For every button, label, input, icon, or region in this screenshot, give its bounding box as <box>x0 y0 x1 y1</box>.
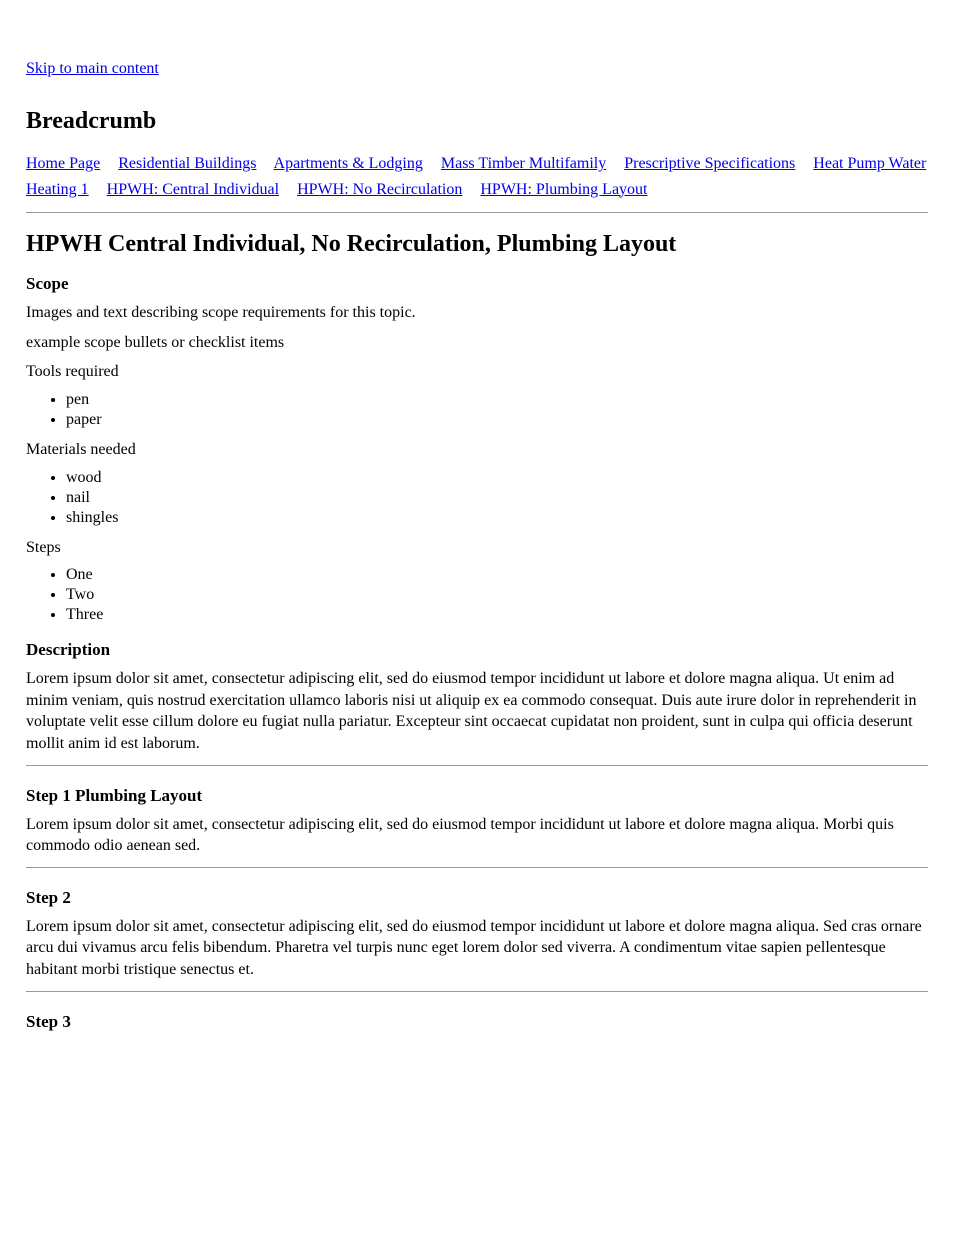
breadcrumb-item-plumbing[interactable]: HPWH: Plumbing Layout <box>480 181 647 198</box>
list-item: paper <box>66 411 928 429</box>
divider <box>26 212 928 213</box>
scope-label: Scope <box>26 274 928 294</box>
breadcrumb-item-apartments[interactable]: Apartments & Lodging <box>274 155 423 172</box>
divider <box>26 867 928 868</box>
list-item: pen <box>66 391 928 409</box>
list-item: Three <box>66 606 928 624</box>
list-item: One <box>66 566 928 584</box>
description-text: Lorem ipsum dolor sit amet, consectetur … <box>26 668 928 754</box>
description-label: Description <box>26 640 928 660</box>
breadcrumb-item-mass-timber[interactable]: Mass Timber Multifamily <box>441 155 606 172</box>
step-2-body: Lorem ipsum dolor sit amet, consectetur … <box>26 916 928 981</box>
list-heading-steps: Steps <box>26 537 928 559</box>
breadcrumb-heading: Breadcrumb <box>26 108 928 135</box>
scope-text: Images and text describing scope require… <box>26 302 928 324</box>
page-title: HPWH Central Individual, No Recirculatio… <box>26 231 928 258</box>
list-item: nail <box>66 489 928 507</box>
list-tools: pen paper <box>26 391 928 429</box>
step-1-heading: Step 1 Plumbing Layout <box>26 786 928 806</box>
step-2-heading: Step 2 <box>26 888 928 908</box>
skip-to-main-link[interactable]: Skip to main content <box>26 60 159 78</box>
step-3-heading: Step 3 <box>26 1012 928 1032</box>
breadcrumb-item-residential[interactable]: Residential Buildings <box>118 155 256 172</box>
checklist-heading: example scope bullets or checklist items <box>26 332 928 354</box>
list-item: wood <box>66 469 928 487</box>
divider <box>26 765 928 766</box>
list-item: Two <box>66 586 928 604</box>
breadcrumb-item-no-recirc[interactable]: HPWH: No Recirculation <box>297 181 462 198</box>
breadcrumb-item-home[interactable]: Home Page <box>26 155 100 172</box>
breadcrumb: Home Page Residential Buildings Apartmen… <box>26 151 928 202</box>
breadcrumb-item-prescriptive[interactable]: Prescriptive Specifications <box>624 155 795 172</box>
divider <box>26 991 928 992</box>
list-materials: wood nail shingles <box>26 469 928 527</box>
step-1-body: Lorem ipsum dolor sit amet, consectetur … <box>26 814 928 857</box>
breadcrumb-item-central-individual[interactable]: HPWH: Central Individual <box>107 181 279 198</box>
list-steps: One Two Three <box>26 566 928 624</box>
list-heading-materials: Materials needed <box>26 439 928 461</box>
list-item: shingles <box>66 509 928 527</box>
list-heading-tools: Tools required <box>26 361 928 383</box>
